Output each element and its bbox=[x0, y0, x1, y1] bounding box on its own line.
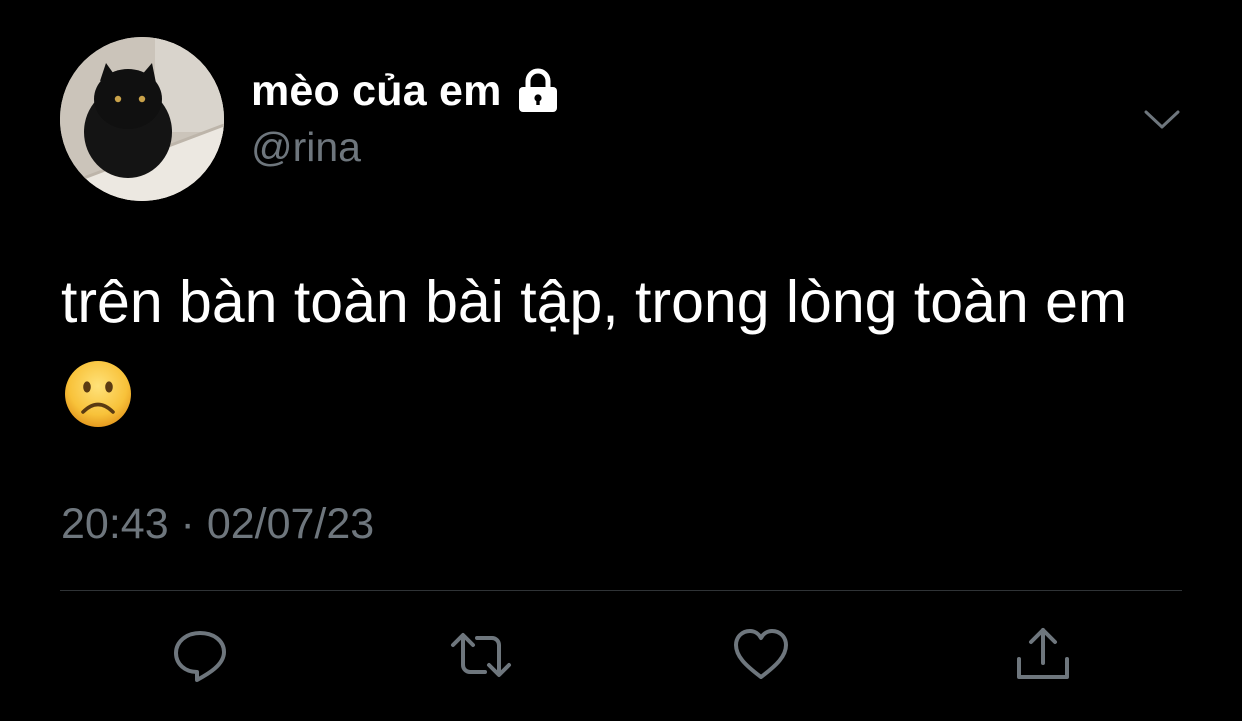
frowning-face-emoji bbox=[63, 359, 133, 429]
tweet-text: trên bàn toàn bài tập, trong lòng toàn e… bbox=[61, 256, 1181, 442]
reply-icon[interactable] bbox=[170, 625, 230, 685]
heart-icon[interactable] bbox=[731, 625, 791, 685]
display-name[interactable]: mèo của em bbox=[251, 67, 502, 116]
tweet-timestamp[interactable]: 20:43 · 02/07/23 bbox=[61, 500, 374, 549]
avatar[interactable] bbox=[60, 37, 224, 201]
divider bbox=[60, 590, 1182, 591]
tweet: mèo của em @rina trên bàn toàn bài tập, … bbox=[0, 0, 1242, 721]
lock-icon bbox=[516, 68, 560, 114]
share-icon[interactable] bbox=[1013, 625, 1073, 685]
tweet-text-content: trên bàn toàn bài tập, trong lòng toàn e… bbox=[61, 269, 1128, 335]
display-name-row: mèo của em bbox=[251, 64, 560, 118]
user-handle[interactable]: @rina bbox=[251, 124, 361, 171]
retweet-icon[interactable] bbox=[449, 625, 511, 685]
chevron-down-icon[interactable] bbox=[1140, 100, 1184, 140]
